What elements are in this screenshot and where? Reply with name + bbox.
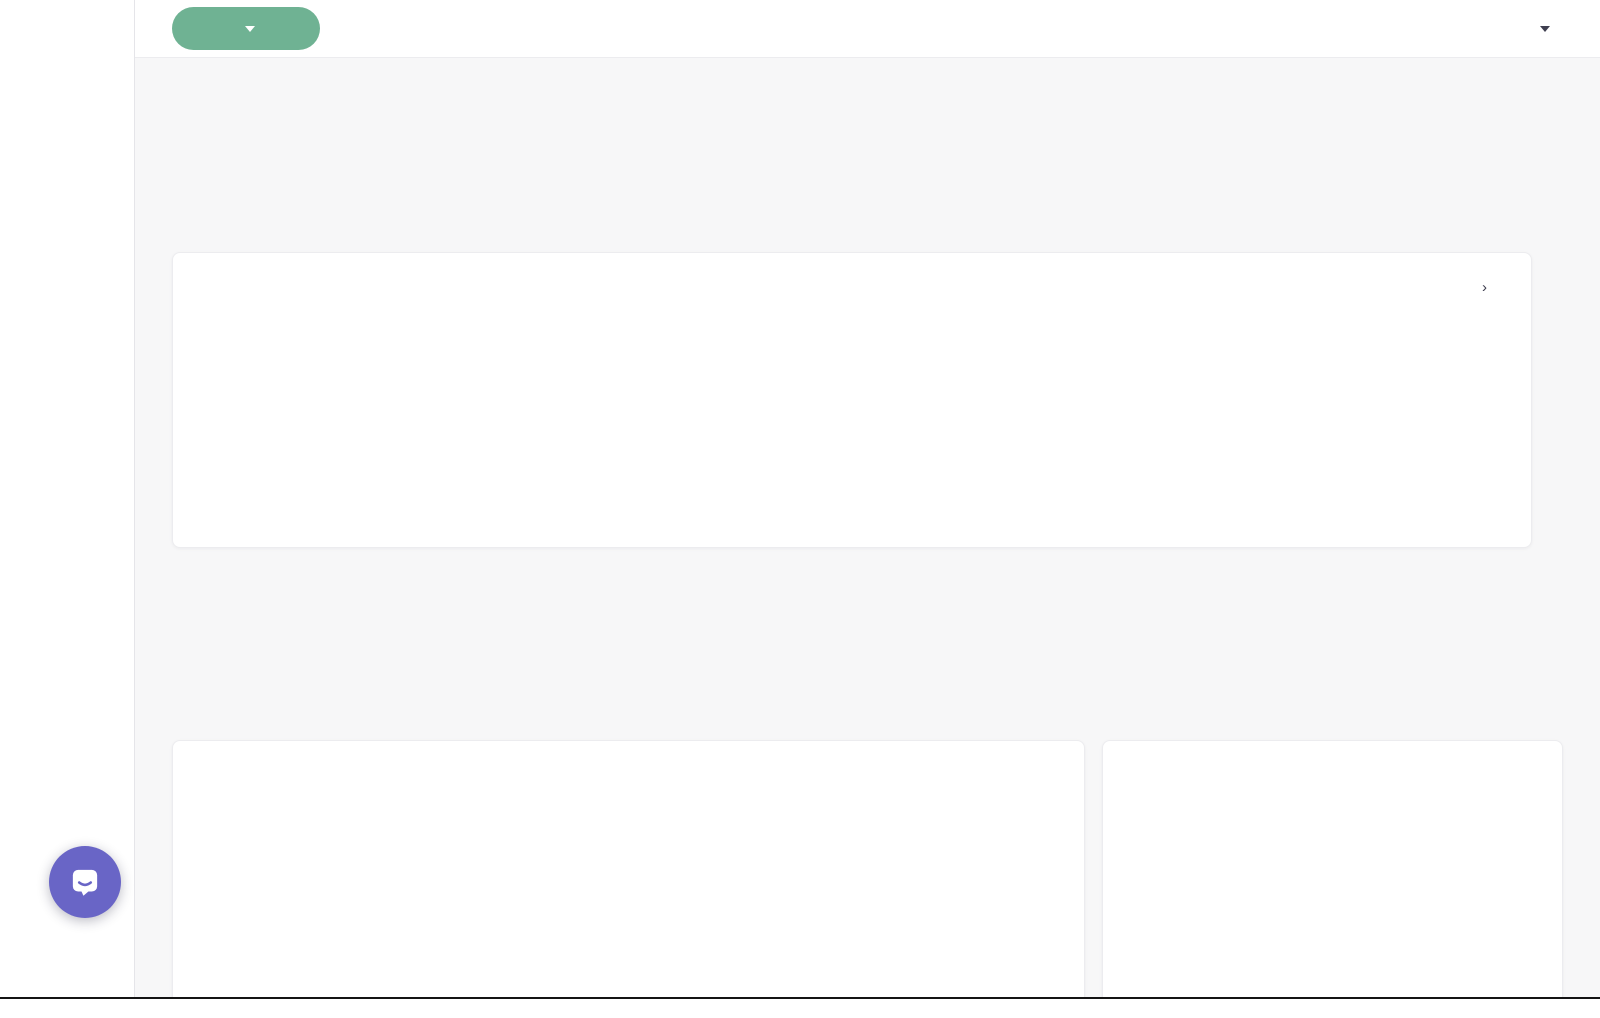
- see-all-results-link[interactable]: ›: [1449, 279, 1487, 296]
- new-button[interactable]: [172, 7, 320, 50]
- chat-launcher[interactable]: [49, 846, 121, 918]
- filter-icon[interactable]: [1394, 16, 1420, 42]
- app-viewport: ›: [0, 0, 1600, 997]
- overview-greeting: [177, 84, 219, 114]
- help-icon[interactable]: [1443, 16, 1469, 42]
- top-failure-reasons-panel: [1102, 740, 1563, 997]
- chevron-down-icon: [1540, 26, 1550, 32]
- monitor-icon[interactable]: [1296, 16, 1322, 42]
- window-edge: [0, 997, 1600, 999]
- topbar: [135, 0, 1600, 58]
- environment-greeting: [177, 579, 219, 609]
- chat-icon: [66, 863, 104, 901]
- recent-test-runs-panel: ›: [172, 252, 1532, 548]
- test-run-history-panel: [172, 740, 1085, 997]
- bar-chart-icon: [1449, 279, 1466, 296]
- dashboard-screen: ›: [0, 0, 1600, 1018]
- topbar-actions: [1296, 14, 1550, 44]
- mascot-icon: [177, 84, 207, 114]
- workspace-menu[interactable]: [1492, 14, 1550, 44]
- mascot-icon: [177, 579, 207, 609]
- chevron-down-icon: [245, 26, 255, 32]
- search-icon[interactable]: [1345, 16, 1371, 42]
- chevron-right-icon: ›: [1482, 279, 1487, 296]
- test-runs-timeline: [173, 313, 1532, 548]
- sidebar: [0, 0, 135, 997]
- avatar: [1501, 14, 1531, 44]
